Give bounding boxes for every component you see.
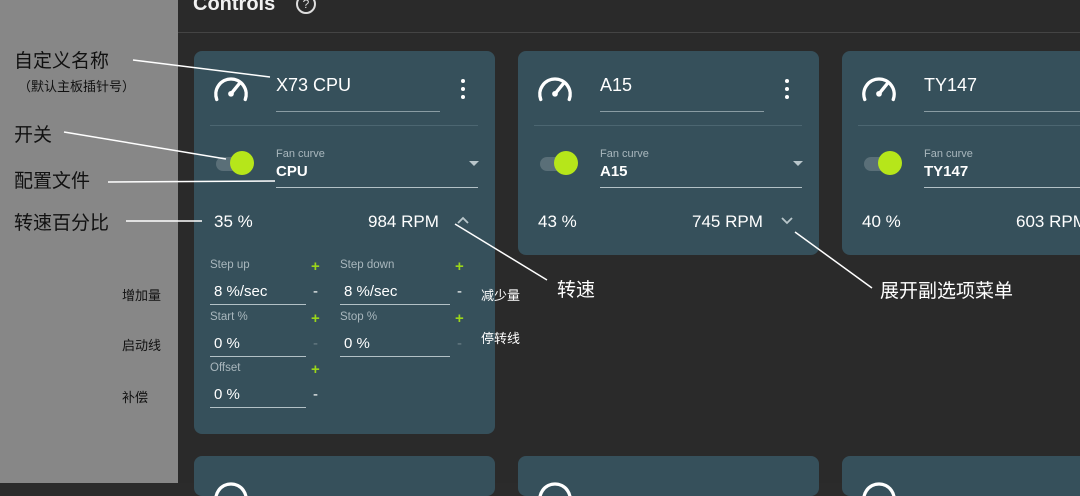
annotation-lines bbox=[63, 59, 873, 289]
